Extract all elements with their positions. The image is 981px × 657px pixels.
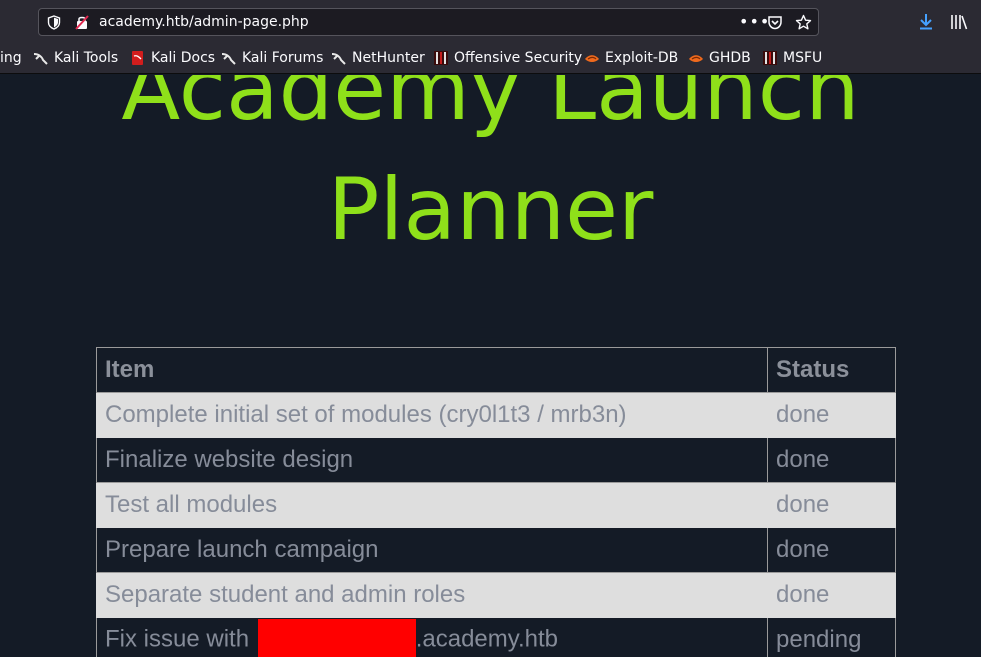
insecure-lock-icon[interactable] (75, 15, 89, 30)
status-cell: done (767, 437, 896, 483)
pocket-icon[interactable] (767, 15, 783, 30)
item-cell: Test all modules (96, 482, 768, 528)
table-row: Prepare launch campaign done (96, 527, 896, 573)
kali-dragon-icon (331, 53, 346, 65)
bookmark-label: Offensive Security (454, 50, 583, 66)
item-cell: Separate student and admin roles (96, 572, 768, 618)
status-cell: pending (767, 617, 896, 657)
status-cell: done (767, 572, 896, 618)
bookmark-label: Exploit-DB (605, 50, 679, 66)
table-row: Test all modules done (96, 482, 896, 528)
table-row: Separate student and admin roles done (96, 572, 896, 618)
kali-dragon-icon (221, 53, 236, 65)
bookmark-star-icon[interactable] (795, 14, 812, 31)
bookmark-label: MSFU (783, 50, 823, 66)
bookmark-kali-docs[interactable]: Kali Docs (130, 48, 215, 68)
item-cell: Prepare launch campaign (96, 527, 768, 573)
bookmarks-toolbar: ing Kali Tools Kali Docs Kali Forums Net… (0, 42, 981, 74)
kali-dragon-icon (33, 53, 48, 65)
item-cell: Complete initial set of modules (cry0l1t… (96, 392, 768, 438)
bookmark-label: Kali Forums (242, 50, 324, 66)
bookmark-label: Kali Docs (151, 50, 216, 66)
table-row: Finalize website design done (96, 437, 896, 483)
bookmark-offensive-security[interactable]: Offensive Security (433, 48, 582, 68)
bookmark-nethunter[interactable]: NetHunter (331, 48, 425, 68)
bookmark-truncated[interactable]: ing (0, 48, 22, 68)
bookmark-msfu[interactable]: MSFU (762, 48, 822, 68)
page-content: Academy Launch Planner Item Status Compl… (0, 75, 981, 657)
bookmark-label: NetHunter (352, 50, 425, 66)
item-cell: Fix issue with .academy.htb (96, 617, 768, 657)
bookmark-exploit-db[interactable]: Exploit-DB (584, 48, 678, 68)
downloads-icon[interactable] (918, 13, 934, 30)
address-bar[interactable]: academy.htb/admin-page.php ••• (38, 8, 819, 36)
column-header-status: Status (767, 347, 896, 393)
bookmark-label: GHDB (709, 50, 751, 66)
item-text-suffix: .academy.htb (415, 625, 559, 653)
table-header-row: Item Status (96, 347, 896, 393)
table-row: Complete initial set of modules (cry0l1t… (96, 392, 896, 438)
offsec-icon (434, 51, 448, 65)
bookmark-kali-tools[interactable]: Kali Tools (33, 48, 118, 68)
tracking-protection-shield-icon[interactable] (47, 15, 61, 30)
exploitdb-icon (585, 55, 599, 62)
column-header-item: Item (96, 347, 768, 393)
bookmark-label: Kali Tools (54, 50, 119, 66)
status-cell: done (767, 392, 896, 438)
library-icon[interactable] (950, 14, 968, 30)
table-row: Fix issue with .academy.htb pending (96, 617, 896, 657)
item-cell: Finalize website design (96, 437, 768, 483)
launch-plan-table: Item Status Complete initial set of modu… (96, 347, 896, 657)
offsec-icon (763, 51, 777, 65)
page-title-line1: Academy Launch (121, 75, 860, 140)
status-cell: done (767, 527, 896, 573)
page-actions-more-icon[interactable]: ••• (739, 12, 770, 31)
status-cell: done (767, 482, 896, 528)
item-text-prefix: Fix issue with (105, 625, 256, 653)
kali-docs-icon (132, 51, 143, 65)
url-text[interactable]: academy.htb/admin-page.php (99, 14, 309, 30)
page-title-line2: Planner (327, 160, 654, 260)
bookmark-label: ing (0, 50, 22, 66)
exploitdb-icon (689, 55, 703, 62)
bookmark-ghdb[interactable]: GHDB (688, 48, 751, 68)
bookmark-kali-forums[interactable]: Kali Forums (221, 48, 323, 68)
browser-toolbar: academy.htb/admin-page.php ••• (0, 0, 981, 42)
redaction-box (257, 619, 416, 657)
